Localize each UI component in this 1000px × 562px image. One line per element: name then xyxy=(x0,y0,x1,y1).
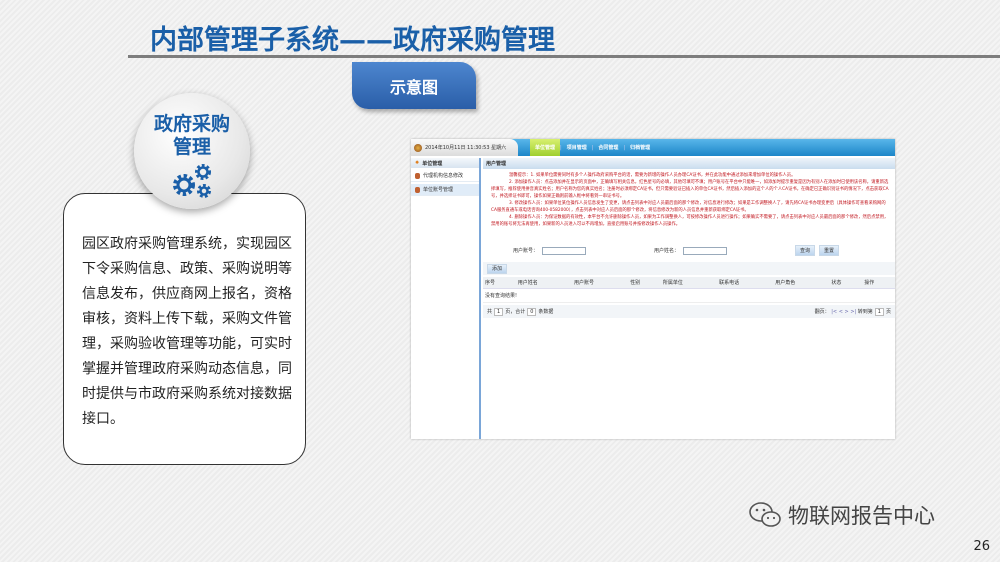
title-divider xyxy=(128,55,1000,58)
col-header: 所属单位 xyxy=(660,277,718,289)
reset-button[interactable]: 重置 xyxy=(819,245,840,256)
page-title: 内部管理子系统——政府采购管理 xyxy=(150,25,555,56)
tab-project[interactable]: 项目管理 xyxy=(562,139,592,156)
col-header: 用户角色 xyxy=(773,277,830,289)
pager-text: 共 xyxy=(487,309,493,315)
account-input[interactable] xyxy=(542,246,587,255)
page-number: 26 xyxy=(973,539,990,554)
emblem-icon xyxy=(414,143,422,152)
sidebar: ✹ 单位管理 代理机构信息修改 单位账号管理 xyxy=(411,158,481,439)
query-button[interactable]: 查询 xyxy=(795,245,816,256)
last-page-button[interactable]: >| xyxy=(850,309,856,315)
pager-text: 页 xyxy=(885,309,891,315)
module-badge: 政府采购 管理 xyxy=(134,93,250,209)
col-header: 操作 xyxy=(862,277,895,289)
first-page-button[interactable]: |< xyxy=(831,309,837,315)
col-header: 联系电话 xyxy=(717,277,774,289)
pager-text: 转到第 xyxy=(857,309,873,315)
tab-contract[interactable]: 合同管理 xyxy=(593,139,623,156)
app-topbar: 2014年10月11日 11:30:53 星期六 单位管理 | 项目管理 | 合同管… xyxy=(411,139,895,156)
user-icon xyxy=(415,186,420,193)
notice-item: 3. 修改操作人员：如果单位某位操作人员信息发生了变更，请点击列表中对应人员最后… xyxy=(491,201,886,213)
diagram-tag: 示意图 xyxy=(352,62,476,109)
sidebar-item-label: 代理机构信息修改 xyxy=(423,173,464,179)
col-header: 序号 xyxy=(483,277,516,289)
tab-unit[interactable]: 单位管理 xyxy=(530,139,561,156)
description-box: 园区政府采购管理系统，实现园区下令采购信息、政策、采购说明等信息发布，供应商网上… xyxy=(63,193,306,465)
notice: 温馨提示：1. 如果单位需要同时有多个人操作政府采购平台的话，需要为新增的操作人… xyxy=(483,169,895,228)
gears-icon xyxy=(173,164,211,198)
pager-text: 条数据 xyxy=(538,309,554,315)
notice-item: 4. 删除操作人员：为保证数据的有效性，本平台不允许删除操作人员，如果为工作调整… xyxy=(491,215,889,227)
name-label: 用户姓名： xyxy=(654,248,680,254)
sidebar-item-label: 单位账号管理 xyxy=(423,187,454,193)
col-header: 状态 xyxy=(829,277,863,289)
watermark-text: 物联网报告中心 xyxy=(788,504,935,528)
table-header: 序号 用户姓名 用户账号 性别 所属单位 联系电话 用户角色 状态 操作 xyxy=(483,277,895,289)
pagination: 共 1 页，合计 0 条数据 翻页： |< < > >| 转到第 1 页 xyxy=(483,305,895,318)
sidebar-item-agency-info[interactable]: 代理机构信息修改 xyxy=(411,170,479,182)
sidebar-item-account-mgmt[interactable]: 单位账号管理 xyxy=(411,184,479,196)
col-header: 用户姓名 xyxy=(515,277,572,289)
pager-text: 翻页： xyxy=(814,309,830,315)
prev-page-button[interactable]: < xyxy=(839,309,843,315)
user-table: 序号 用户姓名 用户账号 性别 所属单位 联系电话 用户角色 状态 操作 没有查… xyxy=(483,277,895,303)
badge-line2: 管理 xyxy=(172,136,211,158)
tab-archive[interactable]: 归档管理 xyxy=(625,139,655,156)
user-icon xyxy=(415,172,420,179)
search-form: 用户账号： 用户姓名： 查询 重置 xyxy=(483,245,895,256)
description-text: 园区政府采购管理系统，实现园区下令采购信息、政策、采购说明等信息发布，供应商网上… xyxy=(82,236,292,427)
total-pages: 1 xyxy=(494,308,504,316)
total-count: 0 xyxy=(527,308,537,316)
account-label: 用户账号： xyxy=(513,248,539,254)
badge-line1: 政府采购 xyxy=(153,113,230,135)
empty-message: 没有查询结果! xyxy=(483,288,895,303)
goto-page-input[interactable]: 1 xyxy=(874,308,884,316)
app-screenshot: 2014年10月11日 11:30:53 星期六 单位管理 | 项目管理 | 合同管… xyxy=(411,139,895,439)
gear-icon: ✹ xyxy=(415,160,420,166)
notice-item: 温馨提示：1. 如果单位需要同时有多个人操作政府采购平台的话，需要为新增的操作人… xyxy=(509,173,796,178)
datetime: 2014年10月11日 11:30:53 星期六 xyxy=(425,145,507,151)
sidebar-header: 单位管理 xyxy=(422,160,443,167)
watermark: 物联网报告中心 xyxy=(748,500,935,530)
wechat-icon xyxy=(749,502,781,527)
next-page-button[interactable]: > xyxy=(845,309,849,315)
col-header: 用户账号 xyxy=(571,277,629,289)
name-input[interactable] xyxy=(683,246,728,255)
panel-title: 用户管理 xyxy=(483,158,895,169)
main-panel: 用户管理 温馨提示：1. 如果单位需要同时有多个人操作政府采购平台的话，需要为新… xyxy=(483,158,895,439)
notice-item: 2. 添加操作人员：点击添加并在显示的页面中，正确填写相关信息，红色星号的必填，… xyxy=(491,180,889,199)
col-header: 性别 xyxy=(628,277,661,289)
add-button[interactable]: 添加 xyxy=(487,264,508,274)
pager-text: 页，合计 xyxy=(505,309,526,315)
